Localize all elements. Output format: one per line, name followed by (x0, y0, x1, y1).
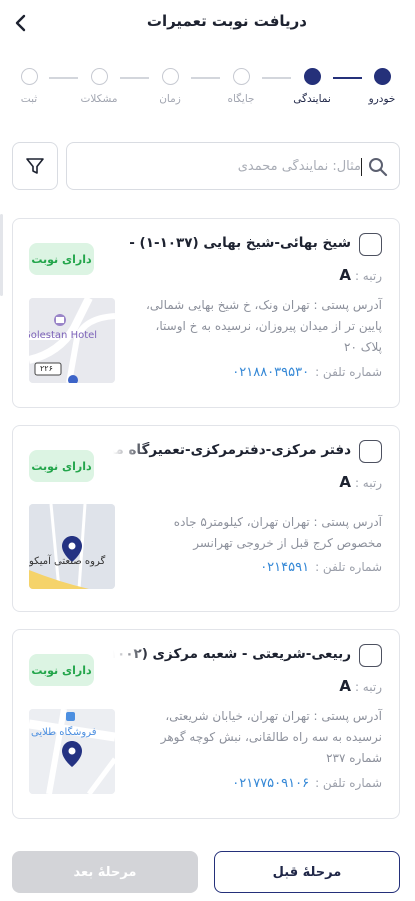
step-dot (373, 68, 391, 85)
step-dot (161, 68, 179, 85)
agency-rank: رتبه :A (339, 677, 382, 695)
search-input[interactable] (91, 151, 361, 181)
page-title: دریافت نوبت تعمیرات (146, 12, 307, 30)
step-label: مشکلات (80, 93, 118, 105)
rank-value: A (339, 473, 351, 491)
agency-address: آدرس پستی : تهران تهران، کیلومتر۵ جاده م… (173, 515, 382, 550)
map-thumbnail[interactable]: فروشگاه طلایی (29, 709, 115, 794)
agency-address: آدرس پستی : تهران ونک، خ شیخ بهایی شمالی… (146, 298, 382, 354)
step-label: زمان (159, 93, 181, 105)
agency-title: ربیعی-شریعتی - شعبه مرکزی (۱۰۰۲-۱) - (113, 646, 351, 662)
agency-phone: شماره تلفن : ۰۲۱۸۸۰۳۹۵۳۰ (232, 365, 382, 380)
map-label: Golestan Hotel (29, 330, 98, 341)
rank-value: A (339, 266, 351, 284)
search-icon (369, 158, 388, 177)
scrollbar[interactable] (0, 214, 3, 296)
availability-badge: دارای نوبت (29, 654, 94, 686)
step-time[interactable]: زمان (140, 68, 200, 105)
agency-title: شیخ بهائی-شیخ بهایی (۱۰۳۷-۱) - (129, 235, 351, 251)
map-thumbnail[interactable]: گروه صنعتی آمیکو (29, 504, 115, 589)
phone-label: شماره تلفن : (315, 365, 382, 379)
map-thumbnail[interactable]: Golestan Hotel ۲۲۶ (29, 298, 115, 383)
step-label: ثبت (20, 93, 38, 105)
agency-phone: شماره تلفن : ۰۲۱۴۵۹۱ (260, 560, 382, 575)
phone-number[interactable]: ۰۲۱۴۵۹۱ (260, 560, 309, 575)
search-row (12, 142, 400, 190)
agency-address: آدرس پستی : تهران تهران، خیابان شریعتی، … (160, 709, 382, 765)
agency-rank: رتبه :A (339, 473, 382, 491)
map-graphic (29, 504, 115, 589)
rank-label: رتبه : (354, 476, 382, 490)
map-label: گروه صنعتی آمیکو (29, 556, 106, 567)
step-station[interactable]: جایگاه (211, 68, 271, 105)
rank-label: رتبه : (354, 680, 382, 694)
phone-label: شماره تلفن : (315, 776, 382, 790)
step-car[interactable]: خودرو (352, 68, 412, 105)
agency-card[interactable]: ربیعی-شریعتی - شعبه مرکزی (۱۰۰۲-۱) - رتب… (12, 629, 400, 819)
step-problems[interactable]: مشکلات (69, 68, 129, 105)
step-dot (303, 68, 321, 85)
agency-rank: رتبه :A (339, 266, 382, 284)
agency-phone: شماره تلفن : ۰۲۱۷۷۵۰۹۱۰۶ (232, 776, 382, 791)
agency-card[interactable]: شیخ بهائی-شیخ بهایی (۱۰۳۷-۱) - رتبه :A د… (12, 218, 400, 408)
progress-stepper: خودرو نمایندگی جایگاه زمان مشکلات ثبت (0, 62, 415, 118)
filter-icon (26, 158, 44, 174)
agency-checkbox[interactable] (359, 644, 382, 667)
phone-number[interactable]: ۰۲۱۷۷۵۰۹۱۰۶ (232, 776, 309, 791)
chevron-left-icon (15, 14, 26, 32)
previous-step-button[interactable]: مرحلهٔ قبل (214, 851, 400, 893)
step-label: نمایندگی (293, 93, 331, 105)
next-step-button[interactable]: مرحلهٔ بعد (12, 851, 198, 893)
map-label: فروشگاه طلایی (31, 727, 97, 738)
availability-badge: دارای نوبت (29, 450, 94, 482)
step-agency[interactable]: نمایندگی (282, 68, 342, 105)
footer-actions: مرحلهٔ بعد مرحلهٔ قبل (0, 836, 415, 901)
step-submit[interactable]: ثبت (0, 68, 59, 105)
agency-checkbox[interactable] (359, 233, 382, 256)
map-graphic (29, 709, 115, 794)
agency-title: دفتر مرکزی-دفترمرکزی-تعمیرگاه مرکزی (۹ (113, 442, 351, 458)
step-dot (20, 68, 38, 85)
text-caret (361, 158, 362, 176)
app-header: دریافت نوبت تعمیرات (0, 0, 415, 46)
search-box[interactable] (66, 142, 400, 190)
back-button[interactable] (10, 12, 32, 34)
rank-value: A (339, 677, 351, 695)
phone-label: شماره تلفن : (315, 560, 382, 574)
filter-button[interactable] (12, 142, 58, 190)
rank-label: رتبه : (354, 269, 382, 283)
agency-card[interactable]: دفتر مرکزی-دفترمرکزی-تعمیرگاه مرکزی (۹ ر… (12, 425, 400, 612)
map-road-number: ۲۲۶ (40, 364, 53, 373)
availability-badge: دارای نوبت (29, 243, 94, 275)
step-dot (90, 68, 108, 85)
step-label: خودرو (368, 93, 396, 105)
phone-number[interactable]: ۰۲۱۸۸۰۳۹۵۳۰ (232, 365, 309, 380)
step-dot (232, 68, 250, 85)
step-label: جایگاه (227, 93, 255, 105)
agency-checkbox[interactable] (359, 440, 382, 463)
